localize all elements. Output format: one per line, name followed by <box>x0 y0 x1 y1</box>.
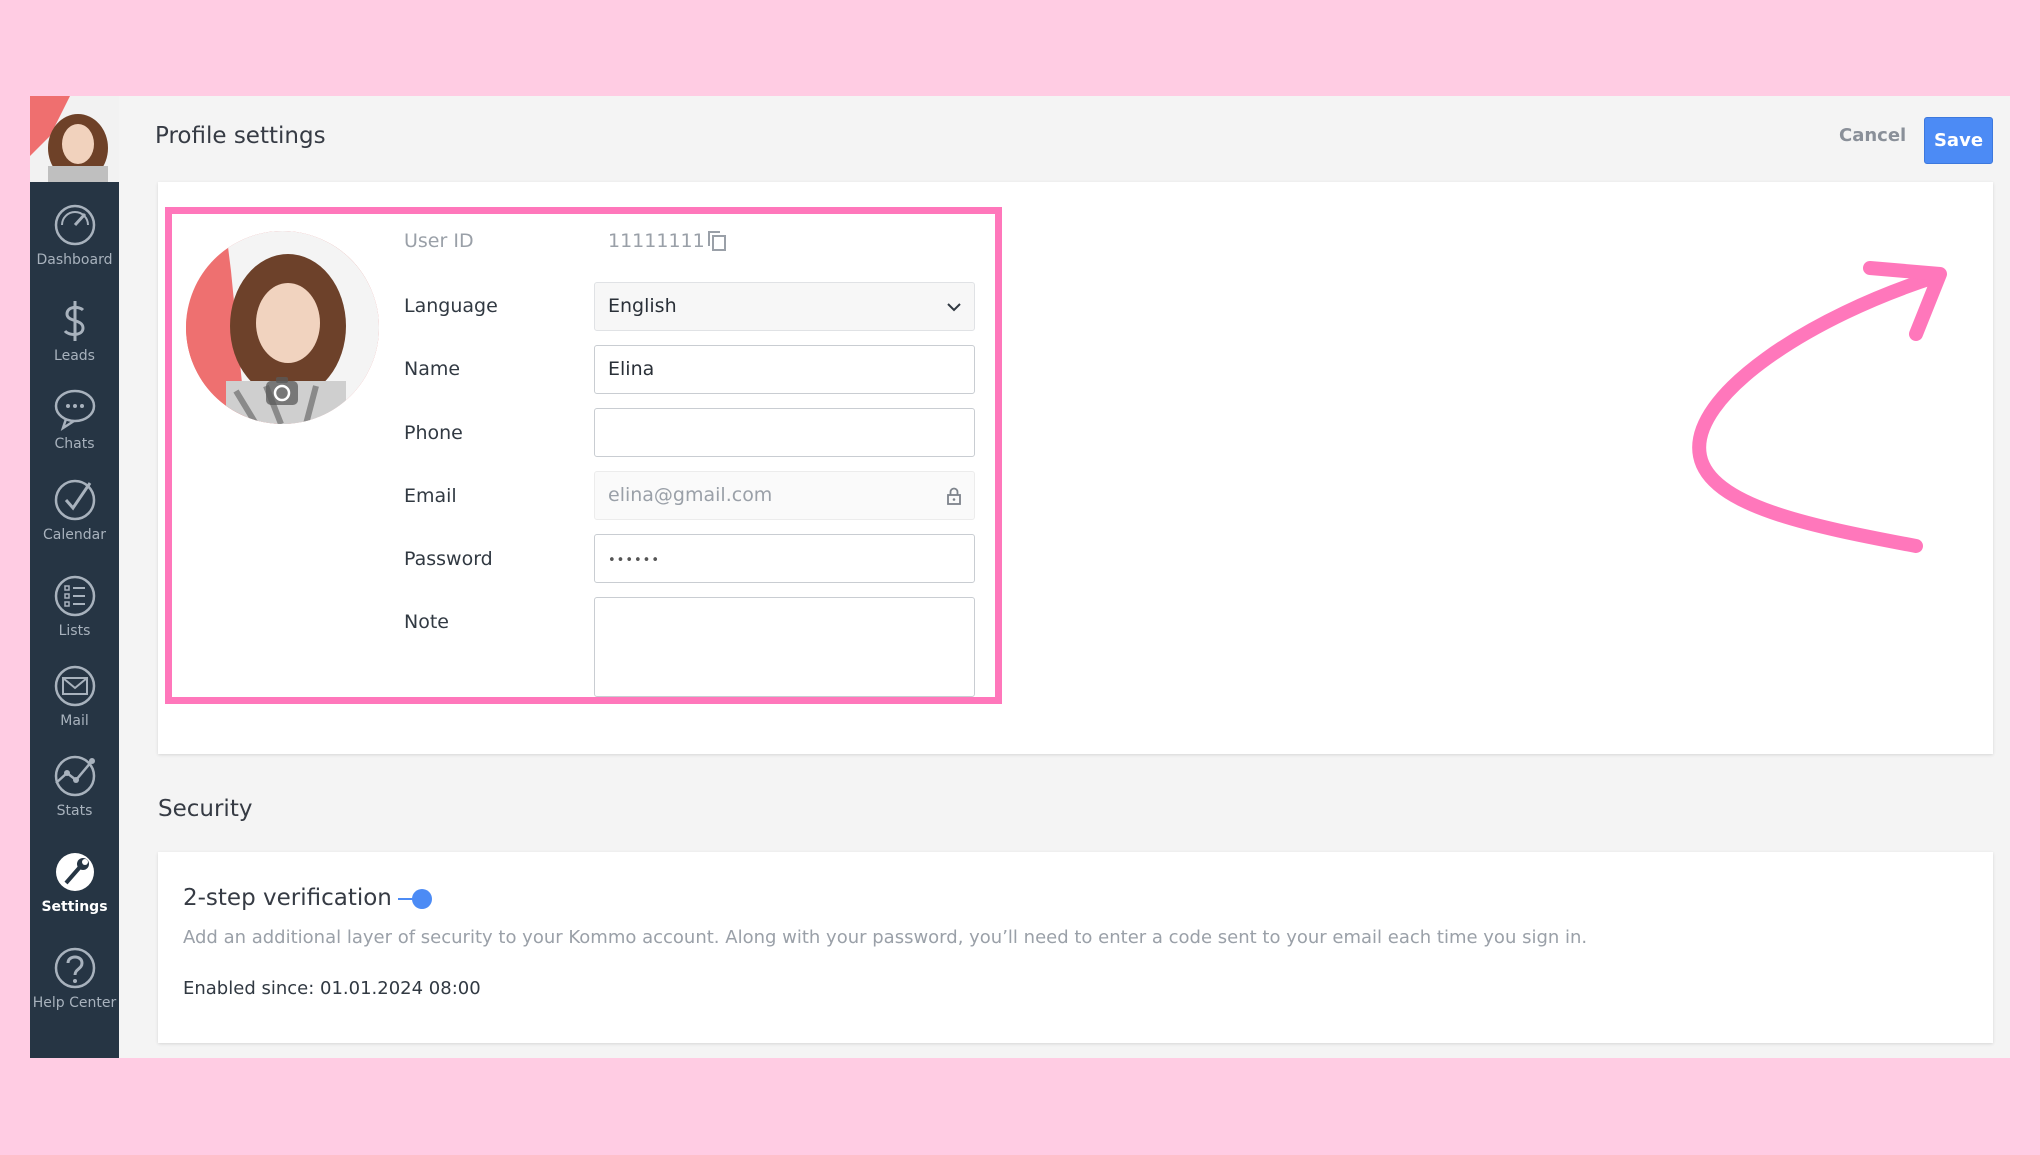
language-label: Language <box>404 295 498 317</box>
password-label: Password <box>404 548 493 570</box>
wrench-icon <box>56 853 94 891</box>
list-icon <box>54 575 96 617</box>
help-icon <box>54 947 96 989</box>
phone-label: Phone <box>404 422 463 444</box>
sidebar-item-dashboard[interactable]: Dashboard <box>30 196 119 280</box>
app-window: Dashboard Leads Chats Calendar Lists Mai… <box>30 96 2010 1058</box>
note-field[interactable] <box>594 597 975 697</box>
user-id-value: 11111111 <box>608 230 705 252</box>
mail-icon <box>54 665 96 707</box>
avatar-image <box>30 96 119 182</box>
checkmark-icon <box>54 479 96 521</box>
dollar-icon <box>63 301 85 341</box>
chat-icon <box>54 389 96 431</box>
name-field[interactable]: Elina <box>594 345 975 394</box>
enabled-since-text: Enabled since: 01.01.2024 08:00 <box>183 978 481 999</box>
password-field[interactable]: •••••• <box>594 534 975 583</box>
name-label: Name <box>404 358 461 380</box>
sidebar-item-label: Help Center <box>32 995 117 1011</box>
language-select[interactable]: English <box>594 282 975 331</box>
user-id-label: User ID <box>404 230 474 252</box>
sidebar-item-label: Calendar <box>43 527 106 543</box>
password-value: •••••• <box>608 553 661 568</box>
copy-icon[interactable] <box>707 230 727 252</box>
save-button[interactable]: Save <box>1924 117 1993 164</box>
sidebar: Dashboard Leads Chats Calendar Lists Mai… <box>30 96 119 1058</box>
email-label: Email <box>404 485 457 507</box>
sidebar-item-lists[interactable]: Lists <box>30 567 119 651</box>
cancel-button[interactable]: Cancel <box>1839 125 1906 146</box>
sidebar-item-leads[interactable]: Leads <box>30 292 119 376</box>
phone-field[interactable] <box>594 408 975 457</box>
arrow-annotation <box>1692 261 1947 553</box>
sidebar-item-label: Leads <box>54 348 95 364</box>
name-value: Elina <box>608 358 655 380</box>
sidebar-item-label: Stats <box>56 803 93 819</box>
email-field: elina@gmail.com <box>594 471 975 520</box>
sidebar-item-label: Lists <box>58 623 91 639</box>
two-step-verification-description: Add an additional layer of security to y… <box>183 927 1588 948</box>
lock-icon <box>947 487 961 505</box>
two-step-verification-toggle[interactable] <box>398 887 434 911</box>
sidebar-item-label: Settings <box>41 899 108 915</box>
two-step-verification-title: 2-step verification <box>183 885 392 911</box>
sidebar-item-mail[interactable]: Mail <box>30 657 119 741</box>
sidebar-item-calendar[interactable]: Calendar <box>30 471 119 555</box>
stats-icon <box>54 755 96 797</box>
chevron-down-icon <box>947 303 961 312</box>
toggle-knob <box>412 889 432 909</box>
sidebar-item-stats[interactable]: Stats <box>30 747 119 831</box>
security-section-title: Security <box>158 796 253 822</box>
camera-icon[interactable] <box>265 376 299 406</box>
sidebar-item-label: Chats <box>54 436 95 452</box>
sidebar-item-settings[interactable]: Settings <box>30 843 119 927</box>
dashboard-icon <box>54 204 96 246</box>
sidebar-item-chats[interactable]: Chats <box>30 380 119 464</box>
language-value: English <box>608 295 677 317</box>
email-value: elina@gmail.com <box>608 484 773 506</box>
sidebar-item-label: Mail <box>60 713 89 729</box>
avatar[interactable] <box>30 96 119 182</box>
page-title: Profile settings <box>155 123 326 149</box>
sidebar-item-label: Dashboard <box>36 252 113 268</box>
note-label: Note <box>404 611 449 633</box>
sidebar-item-help-center[interactable]: Help Center <box>30 939 119 1023</box>
